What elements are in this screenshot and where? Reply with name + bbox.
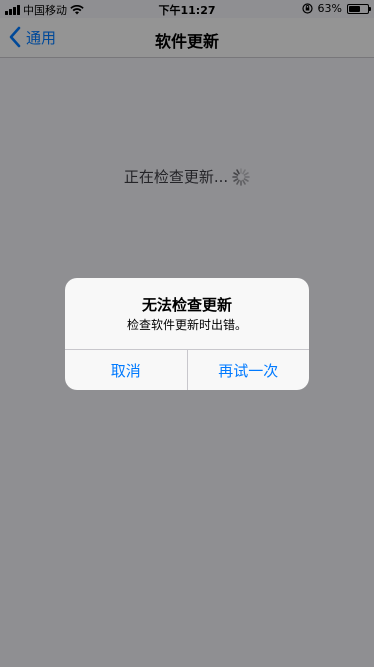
alert-actions: 取消 再试一次 — [65, 349, 309, 390]
cancel-button[interactable]: 取消 — [65, 350, 187, 390]
alert-message: 检查软件更新时出错。 — [126, 318, 247, 332]
retry-button[interactable]: 再试一次 — [186, 350, 310, 390]
error-alert: 无法检查更新 检查软件更新时出错。 取消 再试一次 — [65, 278, 309, 390]
alert-body: 无法检查更新 检查软件更新时出错。 — [65, 278, 309, 349]
alert-title: 无法检查更新 — [141, 296, 232, 314]
